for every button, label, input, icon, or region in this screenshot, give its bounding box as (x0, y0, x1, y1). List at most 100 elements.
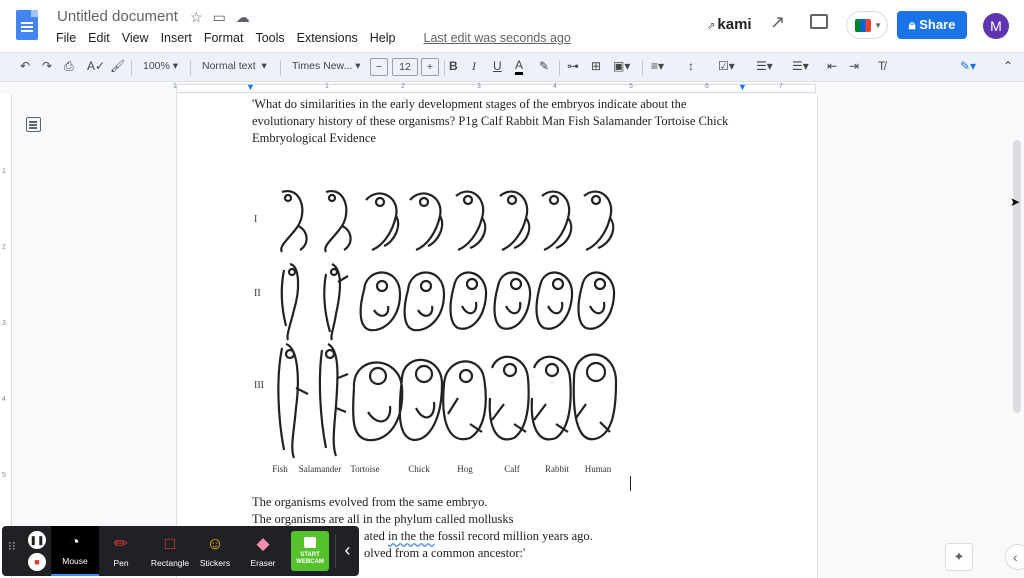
meet-icon (855, 19, 871, 32)
redo-icon[interactable]: ↷ (42, 59, 52, 73)
rectangle-icon: □ (164, 534, 176, 553)
embryo-comparison-figure: I II III Fish Salamander Tortoise Chick … (254, 162, 626, 480)
tool-label: Rectangle (150, 558, 190, 568)
stop-icon[interactable]: ■ (28, 553, 46, 571)
decrease-font-button[interactable]: − (370, 58, 388, 76)
underline-icon[interactable]: U (493, 59, 502, 73)
title-bar: Untitled document ☆ ▭ ☁ File Edit View I… (0, 0, 1024, 52)
menu-format[interactable]: Format (204, 31, 244, 45)
vertical-ruler[interactable]: 1 2 3 4 5 (0, 94, 12, 578)
font-select[interactable]: Times New... ▾ (292, 60, 361, 72)
kami-label: kami (717, 16, 752, 33)
star-icon[interactable]: ☆ (190, 9, 203, 26)
numbered-list-icon[interactable]: ☰▾ (792, 59, 809, 73)
ruler-tick: 2 (401, 83, 405, 90)
organism-label: Rabbit (545, 464, 569, 474)
document-page[interactable]: 'What do similarities in the early devel… (176, 94, 818, 578)
add-comment-icon[interactable]: ⊞ (591, 59, 601, 73)
spellcheck-icon[interactable]: A✓ (87, 59, 105, 73)
move-folder-icon[interactable]: ▭ (213, 9, 226, 26)
print-icon[interactable]: ⎙ (64, 59, 74, 74)
ruler-tick: 5 (2, 472, 6, 479)
ruler-tick: 1 (325, 83, 329, 90)
share-button[interactable]: 🔒︎ Share (897, 11, 967, 39)
question-paragraph: 'What do similarities in the early devel… (252, 97, 729, 145)
pause-icon[interactable]: ❚❚ (28, 531, 46, 549)
last-edit-link[interactable]: Last edit was seconds ago (424, 31, 571, 45)
menu-view[interactable]: View (122, 31, 149, 45)
undo-icon[interactable]: ↶ (20, 59, 30, 73)
docs-logo-icon[interactable] (16, 10, 38, 40)
eraser-icon: ◆ (256, 534, 270, 553)
horizontal-ruler[interactable]: 1 1 2 3 4 5 6 7 ▼ ▼ (0, 82, 1024, 94)
tool-label: Stickers (199, 558, 231, 568)
avatar[interactable]: M (983, 13, 1009, 39)
ruler-tick: 1 (2, 168, 6, 175)
menu-help[interactable]: Help (370, 31, 396, 45)
bold-icon[interactable]: B (449, 59, 458, 73)
increase-indent-icon[interactable]: ⇥ (849, 59, 859, 73)
title-actions: ☆ ▭ ☁ (190, 9, 250, 26)
answer-paragraph: olved from a common ancestor:' (364, 546, 526, 560)
organism-label: Salamander (298, 464, 342, 474)
kami-button[interactable]: ⇗ kami (707, 16, 752, 33)
ruler-tick: 4 (2, 396, 6, 403)
tool-pen[interactable]: ✏ Pen (102, 526, 140, 576)
font-size-input[interactable]: 12 (392, 58, 418, 76)
menu-extensions[interactable]: Extensions (297, 31, 358, 45)
paint-format-icon[interactable]: 🖌︎ (110, 59, 125, 73)
tool-eraser[interactable]: ◆ Eraser (244, 526, 282, 576)
right-indent-marker[interactable]: ▼ (738, 82, 747, 92)
comment-history-icon[interactable] (810, 14, 828, 29)
start-webcam-button[interactable]: START WEBCAM (291, 531, 329, 571)
text-color-icon[interactable]: A (515, 59, 524, 75)
align-icon[interactable]: ≡▾ (651, 59, 664, 73)
side-panel-toggle[interactable]: ‹ (1005, 544, 1024, 570)
menu-file[interactable]: File (56, 31, 76, 45)
ruler-tick: 7 (779, 83, 783, 90)
organism-label: Fish (272, 464, 288, 474)
menu-insert[interactable]: Insert (161, 31, 192, 45)
clear-formatting-icon[interactable]: T̸ (878, 59, 885, 73)
meet-button[interactable]: ▼ (846, 11, 888, 39)
checklist-icon[interactable]: ☑▾ (718, 59, 735, 73)
zoom-select[interactable]: 100% ▾ (143, 60, 178, 72)
line-spacing-icon[interactable]: ↕ (688, 59, 694, 73)
ruler-tick: 1 (173, 83, 177, 90)
tool-stickers[interactable]: ☺ Stickers (196, 526, 234, 576)
organism-label: Tortoise (350, 464, 380, 474)
editing-mode-icon[interactable]: ✎▾ (960, 59, 976, 73)
tool-mouse[interactable]: ◔ Mouse (51, 526, 99, 576)
menu-tools[interactable]: Tools (255, 31, 284, 45)
cloud-status-icon[interactable]: ☁ (236, 9, 250, 26)
insert-image-icon[interactable]: ▣▾ (613, 59, 630, 73)
drag-handle-icon[interactable]: ⁝⁝ (8, 540, 16, 552)
spelling-suggestion[interactable]: in the the (388, 529, 435, 543)
increase-font-button[interactable]: + (421, 58, 439, 76)
answer-text: fossil record million years ago. (434, 529, 593, 543)
link-icon[interactable]: ⊶ (567, 59, 579, 73)
document-title[interactable]: Untitled document (57, 8, 178, 25)
tool-rectangle[interactable]: □ Rectangle (145, 526, 195, 576)
left-indent-marker[interactable]: ▼ (246, 82, 255, 92)
decrease-indent-icon[interactable]: ⇤ (827, 59, 837, 73)
menu-edit[interactable]: Edit (88, 31, 110, 45)
vertical-scrollbar[interactable] (1013, 140, 1021, 413)
activity-trend-icon[interactable]: ↗ (770, 12, 785, 33)
embryo-drawings (277, 189, 618, 459)
style-select[interactable]: Normal text ▾ (202, 60, 267, 72)
document-outline-icon[interactable] (26, 117, 41, 132)
webcam-label-2: WEBCAM (296, 559, 324, 565)
style-value: Normal text (202, 60, 256, 72)
cursor-icon: ◔ (70, 534, 80, 551)
collapse-toolbar-icon[interactable]: ‹ (335, 534, 359, 568)
answer-paragraph: The organisms evolved from the same embr… (252, 495, 488, 509)
ruler-tick: 5 (629, 83, 633, 90)
highlight-icon[interactable]: ✎ (539, 59, 549, 73)
pen-icon: ✏ (113, 534, 129, 553)
organism-label: Calf (504, 464, 520, 474)
explore-icon[interactable]: ✦ (945, 543, 973, 571)
collapse-menus-icon[interactable]: ⌃ (1003, 59, 1013, 73)
bulleted-list-icon[interactable]: ☰▾ (756, 59, 773, 73)
italic-icon[interactable]: I (472, 59, 476, 74)
